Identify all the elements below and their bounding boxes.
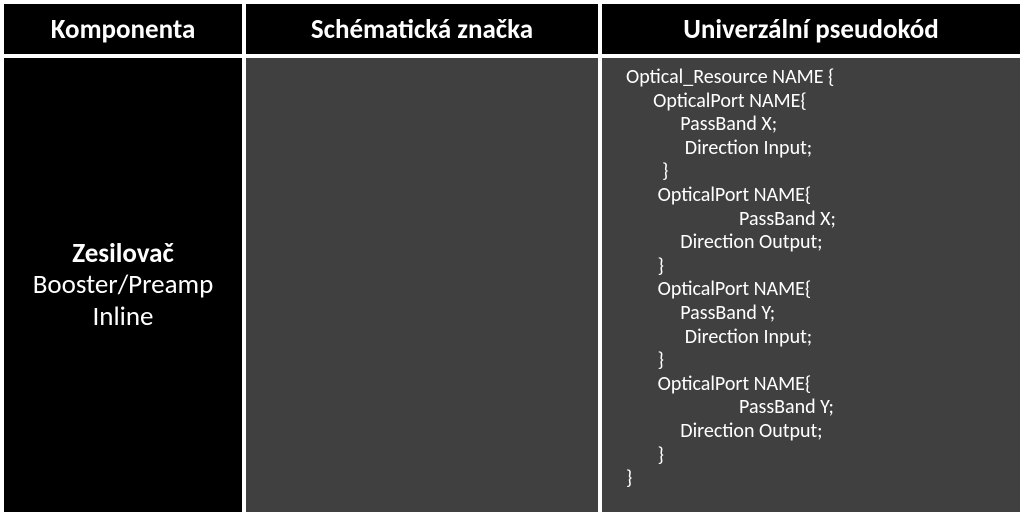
table-row: Zesilovač Booster/Preamp Inline Optical_… xyxy=(2,56,1022,514)
cell-schematicka-znacka xyxy=(244,56,600,514)
component-table: Komponenta Schématická značka Univerzáln… xyxy=(0,0,1024,516)
component-line2: Booster/Preamp xyxy=(33,269,214,300)
component-title: Zesilovač xyxy=(72,238,174,269)
component-line3: Inline xyxy=(92,301,153,332)
cell-komponenta: Zesilovač Booster/Preamp Inline xyxy=(2,56,244,514)
pseudocode-text: Optical_Resource NAME { OpticalPort NAME… xyxy=(626,66,836,491)
cell-pseudokod: Optical_Resource NAME { OpticalPort NAME… xyxy=(600,56,1022,514)
header-univerzalni-pseudokod: Univerzální pseudokód xyxy=(600,2,1022,56)
header-komponenta: Komponenta xyxy=(2,2,244,56)
header-schematicka-znacka: Schématická značka xyxy=(244,2,600,56)
table-header-row: Komponenta Schématická značka Univerzáln… xyxy=(2,2,1022,56)
